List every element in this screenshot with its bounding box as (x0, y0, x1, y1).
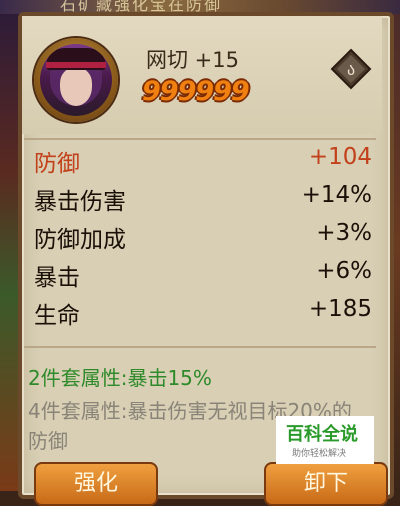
divider (24, 346, 376, 348)
stat-value: +6% (316, 258, 372, 284)
watermark-logo: 百科全说 助你轻松解决 (276, 416, 374, 464)
stat-row-main: 防御 +104 (26, 140, 376, 178)
stat-label: 暴击伤害 (34, 189, 126, 215)
stat-label: 防御加成 (34, 227, 126, 253)
svg-text:ა: ა (347, 60, 355, 79)
unequip-button[interactable]: 卸下 (264, 462, 388, 506)
stat-value: +3% (316, 220, 372, 246)
stat-value: +14% (301, 182, 372, 208)
watermark-subtitle: 助你轻松解决 (292, 449, 347, 459)
lock-icon[interactable]: ა (330, 48, 372, 90)
watermark-title: 百科全说 (286, 424, 358, 445)
enhance-button[interactable]: 强化 (34, 462, 158, 506)
set-bonus-two-piece: 2件套属性:暴击15% (28, 366, 212, 390)
stats-list: 防御 +104 暴击伤害 +14% 防御加成 +3% 暴击 +6% 生命 +18… (26, 140, 376, 330)
stat-label: 暴击 (34, 265, 80, 291)
equipment-power: 999999 (142, 76, 250, 107)
equipment-name: 网切 +15 (146, 48, 239, 72)
stat-value: +104 (308, 144, 372, 170)
stat-label: 防御 (34, 151, 80, 177)
stat-label: 生命 (34, 303, 80, 329)
stat-row: 暴击伤害 +14% (26, 178, 376, 216)
stat-value: +185 (308, 296, 372, 322)
stat-row: 防御加成 +3% (26, 216, 376, 254)
stat-row: 生命 +185 (26, 292, 376, 330)
stat-row: 暴击 +6% (26, 254, 376, 292)
avatar-portrait (40, 44, 112, 116)
equipment-avatar[interactable] (34, 38, 118, 122)
